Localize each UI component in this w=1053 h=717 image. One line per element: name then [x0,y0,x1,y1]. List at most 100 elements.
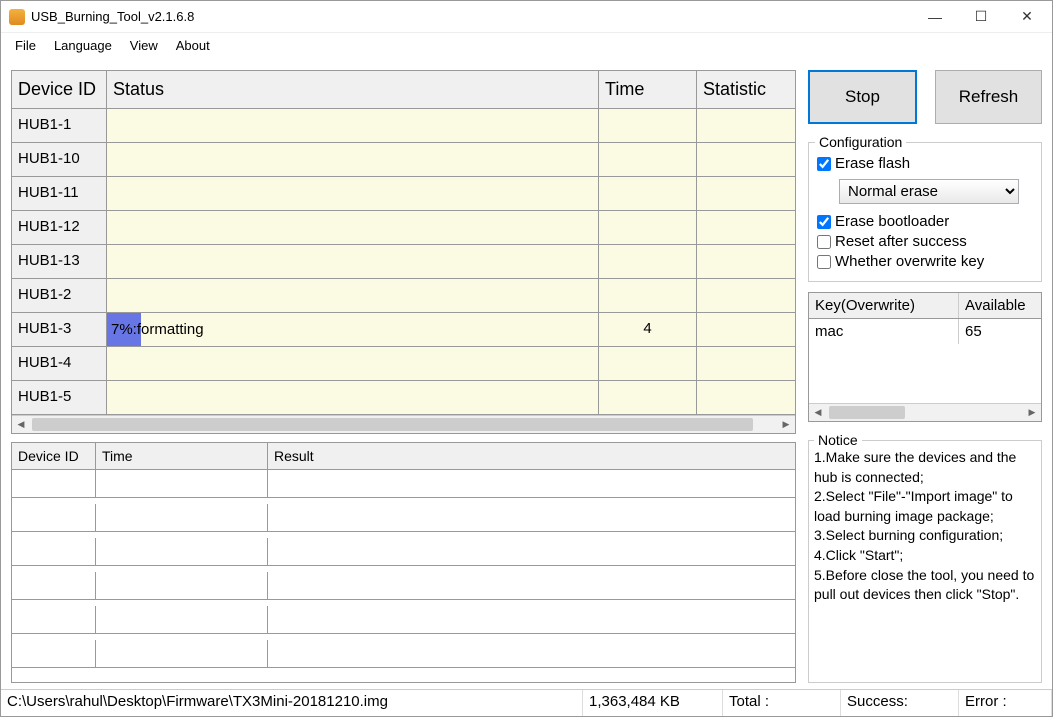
device-grid-hscroll[interactable]: ◀ ▶ [12,415,795,433]
table-row[interactable]: HUB1-12 [12,211,795,245]
table-row[interactable]: HUB1-10 [12,143,795,177]
stat-cell [697,347,795,381]
device-id-cell: HUB1-2 [12,279,107,313]
maximize-button[interactable]: ☐ [958,2,1004,32]
log-time-cell [96,572,268,600]
log-result-cell [268,504,795,532]
log-time-cell [96,640,268,668]
erase-bootloader-row[interactable]: Erase bootloader [817,213,1033,230]
window-title: USB_Burning_Tool_v2.1.6.8 [31,9,912,24]
reset-after-success-checkbox[interactable] [817,235,831,249]
reset-after-success-row[interactable]: Reset after success [817,233,1033,250]
col-header-log-device[interactable]: Device ID [12,443,96,470]
col-header-status[interactable]: Status [107,71,599,109]
stat-cell [697,177,795,211]
window-controls: — ☐ ✕ [912,2,1050,32]
time-cell [599,347,697,381]
notice-panel: Notice 1.Make sure the devices and the h… [808,432,1042,683]
key-grid: Key(Overwrite) Available mac65 ◀ ▶ [808,292,1042,422]
device-id-cell: HUB1-4 [12,347,107,381]
stat-cell [697,143,795,177]
table-row[interactable] [12,606,795,640]
stat-cell [697,245,795,279]
status-total: Total : [723,690,841,716]
table-row[interactable]: mac65 [809,319,1041,344]
log-device-cell [12,640,96,668]
status-cell [107,347,599,381]
menu-about[interactable]: About [168,35,218,56]
table-row[interactable] [12,504,795,538]
col-header-available[interactable]: Available [959,293,1041,318]
table-row[interactable]: HUB1-37%:formatting4 [12,313,795,347]
configuration-title: Configuration [815,134,906,150]
col-header-log-time[interactable]: Time [96,443,268,470]
stat-cell [697,211,795,245]
time-cell [599,279,697,313]
key-grid-hscroll[interactable]: ◀ ▶ [809,403,1041,421]
status-cell [107,211,599,245]
overwrite-key-label: Whether overwrite key [835,253,984,270]
table-row[interactable]: HUB1-4 [12,347,795,381]
scroll-left-icon[interactable]: ◀ [809,404,827,422]
log-result-cell [268,538,795,566]
table-row[interactable] [12,640,795,674]
log-result-cell [268,470,795,498]
table-row[interactable]: HUB1-13 [12,245,795,279]
menubar: File Language View About [1,33,1052,58]
time-cell: 4 [599,313,697,347]
table-row[interactable]: HUB1-11 [12,177,795,211]
notice-title: Notice [814,432,862,448]
refresh-button[interactable]: Refresh [935,70,1042,124]
erase-bootloader-checkbox[interactable] [817,215,831,229]
col-header-time[interactable]: Time [599,71,697,109]
erase-mode-select[interactable]: Normal erase [839,179,1019,204]
erase-flash-checkbox[interactable] [817,157,831,171]
overwrite-key-checkbox[interactable] [817,255,831,269]
log-device-cell [12,538,96,566]
scroll-right-icon[interactable]: ▶ [1023,404,1041,422]
scroll-right-icon[interactable]: ▶ [777,416,795,434]
time-cell [599,381,697,415]
device-id-cell: HUB1-10 [12,143,107,177]
menu-language[interactable]: Language [46,35,120,56]
device-id-cell: HUB1-3 [12,313,107,347]
statusbar: C:\Users\rahul\Desktop\Firmware\TX3Mini-… [1,689,1052,716]
status-cell [107,245,599,279]
device-grid: Device ID Status Time Statistic HUB1-1HU… [11,70,796,434]
col-header-statistic[interactable]: Statistic [697,71,795,109]
erase-flash-row[interactable]: Erase flash [817,155,1033,172]
log-time-cell [96,606,268,634]
table-row[interactable]: HUB1-5 [12,381,795,415]
col-header-log-result[interactable]: Result [268,443,795,470]
col-header-key[interactable]: Key(Overwrite) [809,293,959,318]
table-row[interactable]: HUB1-1 [12,109,795,143]
col-header-device[interactable]: Device ID [12,71,107,109]
status-cell: 7%:formatting [107,313,599,347]
table-row[interactable] [12,470,795,504]
status-path: C:\Users\rahul\Desktop\Firmware\TX3Mini-… [1,690,583,716]
stat-cell [697,109,795,143]
device-id-cell: HUB1-1 [12,109,107,143]
time-cell [599,245,697,279]
overwrite-key-row[interactable]: Whether overwrite key [817,253,1033,270]
status-cell [107,143,599,177]
log-time-cell [96,470,268,498]
scroll-left-icon[interactable]: ◀ [12,416,30,434]
log-device-cell [12,572,96,600]
log-result-cell [268,606,795,634]
menu-view[interactable]: View [122,35,166,56]
close-button[interactable]: ✕ [1004,2,1050,32]
log-device-cell [12,470,96,498]
status-cell [107,109,599,143]
menu-file[interactable]: File [7,35,44,56]
key-available-cell: 65 [959,319,1041,344]
table-row[interactable] [12,572,795,606]
time-cell [599,143,697,177]
stop-button[interactable]: Stop [808,70,917,124]
status-cell [107,279,599,313]
titlebar: USB_Burning_Tool_v2.1.6.8 — ☐ ✕ [1,1,1052,33]
table-row[interactable] [12,538,795,572]
device-id-cell: HUB1-12 [12,211,107,245]
minimize-button[interactable]: — [912,2,958,32]
table-row[interactable]: HUB1-2 [12,279,795,313]
